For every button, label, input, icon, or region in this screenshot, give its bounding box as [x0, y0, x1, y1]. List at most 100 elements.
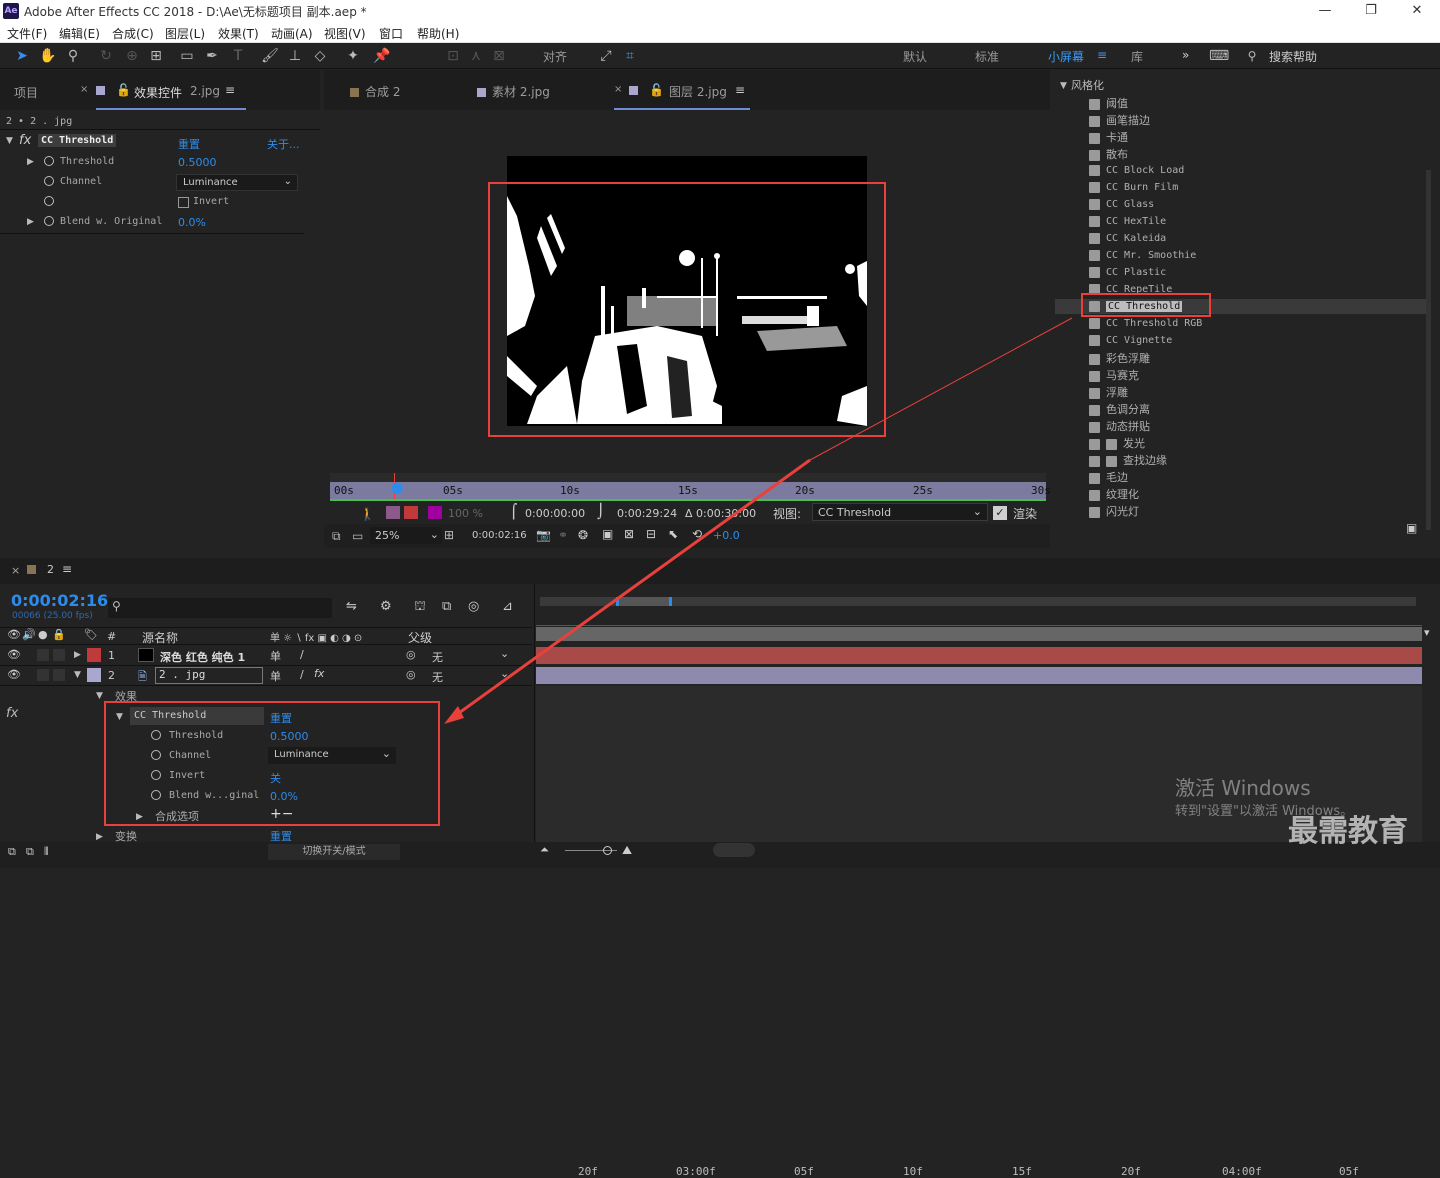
hand-tool-icon[interactable]: ✋	[38, 47, 58, 65]
effect-item[interactable]: CC Glass	[1089, 197, 1154, 213]
parent-header[interactable]: 父级	[408, 629, 432, 646]
in-point-bracket-icon[interactable]: ⌠	[510, 504, 517, 520]
effect-item[interactable]: 马赛克	[1089, 367, 1139, 383]
effect-item[interactable]: 画笔描边	[1089, 112, 1150, 128]
type-tool-icon[interactable]: T	[228, 47, 248, 65]
render-checkbox[interactable]: ✓	[993, 506, 1007, 520]
effect-item[interactable]: 毛边	[1089, 469, 1128, 485]
reset-exposure-icon[interactable]: ⟲	[692, 527, 702, 541]
effect-item[interactable]: CC Vignette	[1089, 333, 1172, 349]
out-point-bracket-icon[interactable]: ⌡	[597, 504, 604, 520]
parent-value[interactable]: 无	[432, 649, 443, 665]
menu-effect[interactable]: 效果(T)	[218, 25, 259, 42]
stopwatch-icon[interactable]	[44, 174, 54, 187]
rotate-tool-icon[interactable]: ↻	[96, 47, 116, 65]
tab-layer[interactable]: 图层 2.jpg	[669, 83, 727, 100]
scrollbar[interactable]	[1426, 170, 1431, 530]
layer-row-2[interactable]: 👁 ▼ 2 🗎 2 . jpg 单 ∕ fx ◎ 无 ⌄	[0, 666, 532, 686]
pan-behind-tool-icon[interactable]: ⊞	[146, 47, 166, 65]
transparency-grid-icon[interactable]: ⊠	[624, 527, 634, 541]
layer-name[interactable]: 深色 红色 纯色 1	[160, 649, 245, 665]
menu-file[interactable]: 文件(F)	[7, 25, 47, 42]
zoom-in-icon[interactable]: ⛰	[622, 843, 632, 858]
show-snapshot-icon[interactable]: ⚭	[558, 528, 568, 542]
axis-view-icon[interactable]: ⊠	[489, 47, 509, 65]
quality-switch[interactable]: ∕	[300, 648, 304, 661]
exposure-value[interactable]: +0.0	[713, 529, 740, 542]
effect-item[interactable]: 卡通	[1089, 129, 1128, 145]
effect-item[interactable]: 闪光灯	[1089, 503, 1139, 519]
invert-checkbox[interactable]	[178, 197, 189, 208]
menu-layer[interactable]: 图层(L)	[165, 25, 205, 42]
solo-toggle[interactable]	[37, 649, 49, 661]
effect-item[interactable]: CC Kaleida	[1089, 231, 1166, 247]
effect-item[interactable]: 色调分离	[1089, 401, 1150, 417]
view-dropdown[interactable]: CC Threshold ⌄	[812, 503, 988, 521]
snap-edges-icon[interactable]: ⤢	[596, 47, 616, 65]
search-help-input[interactable]: 搜索帮助	[1269, 48, 1317, 65]
parent-value[interactable]: 无	[432, 669, 443, 685]
collapse-triangle-icon[interactable]: ▼	[6, 136, 13, 146]
reset-link[interactable]: 重置	[178, 136, 200, 152]
tab-effect-target[interactable]: 2.jpg	[190, 84, 220, 98]
menu-animation[interactable]: 动画(A)	[271, 25, 313, 42]
sync-settings-icon[interactable]: ⌨	[1209, 47, 1229, 65]
restore-button[interactable]: ❐	[1348, 0, 1394, 22]
effect-item[interactable]: CC Mr. Smoothie	[1089, 248, 1196, 264]
layer-1-bar[interactable]	[536, 647, 1422, 664]
workspace-small-screen[interactable]: 小屏幕	[1048, 48, 1084, 65]
lock-toggle[interactable]	[53, 669, 65, 681]
timeline-ruler[interactable]	[536, 606, 1422, 626]
layer-search-input[interactable]: ⚲	[108, 598, 332, 618]
effect-item[interactable]: 阈值	[1089, 95, 1128, 111]
panel-menu-icon[interactable]: ≡	[735, 83, 745, 97]
close-tab-icon[interactable]: ×	[80, 84, 88, 95]
timeline-timecode[interactable]: 0:00:02:16	[11, 591, 108, 610]
color-swatch-icon[interactable]	[428, 506, 442, 519]
comp-button-icon[interactable]: ▾	[1424, 626, 1436, 646]
about-link[interactable]: 关于...	[267, 136, 300, 152]
close-tab-icon[interactable]: ×	[614, 84, 622, 95]
collapse-triangle-icon[interactable]: ▼	[74, 670, 81, 680]
fx-switch[interactable]: fx	[314, 667, 324, 680]
workspace-default[interactable]: 默认	[903, 48, 927, 65]
lock-toggle[interactable]	[53, 649, 65, 661]
eraser-tool-icon[interactable]: ◇	[310, 47, 330, 65]
menu-help[interactable]: 帮助(H)	[417, 25, 459, 42]
brush-tool-icon[interactable]: 🖌	[260, 47, 280, 65]
minimize-button[interactable]: —	[1302, 0, 1348, 22]
time-navigator-handle[interactable]	[713, 843, 755, 857]
tab-effect-controls[interactable]: 效果控件	[134, 84, 182, 101]
layer-row-1[interactable]: 👁 ▶ 1 深色 红色 纯色 1 单 ∕ ◎ 无 ⌄	[0, 646, 532, 666]
resolution-icon[interactable]: ⊞	[444, 528, 454, 542]
close-tab-icon[interactable]: ×	[11, 564, 20, 577]
layer-label-swatch[interactable]	[87, 648, 101, 662]
in-point-icon[interactable]	[404, 506, 418, 519]
expand-triangle-icon[interactable]: ▶	[96, 832, 103, 842]
tab-composition[interactable]: 合成 2	[350, 83, 400, 100]
toggle-switches-modes[interactable]: 切换开关/模式	[268, 844, 400, 860]
menu-window[interactable]: 窗口	[379, 25, 403, 42]
stopwatch-icon[interactable]	[44, 214, 54, 227]
threshold-value[interactable]: 0.5000	[178, 156, 217, 169]
pen-tool-icon[interactable]: ✒	[202, 47, 222, 65]
graph-editor-icon[interactable]: ⊿	[502, 599, 513, 614]
fast-preview-icon[interactable]: ⬉	[668, 527, 678, 541]
collapse-triangle-icon[interactable]: ▼	[96, 691, 103, 701]
new-folder-icon[interactable]: ▣	[1406, 521, 1417, 535]
selection-tool-icon[interactable]: ➤	[12, 47, 32, 65]
panel-menu-icon[interactable]: ≡	[62, 562, 72, 576]
layer-label-swatch[interactable]	[87, 668, 101, 682]
blend-value[interactable]: 0.0%	[178, 216, 206, 229]
zoom-slider-thumb[interactable]	[603, 846, 612, 855]
end-time[interactable]: 0:00:29:24	[617, 507, 677, 520]
effect-category[interactable]: 风格化	[1071, 77, 1104, 93]
zoom-tool-icon[interactable]: ⚲	[63, 47, 83, 65]
visibility-eye-icon[interactable]: 👁	[7, 648, 21, 661]
mask-icon[interactable]: ⊟	[646, 527, 656, 541]
visibility-eye-icon[interactable]: 👁	[7, 668, 21, 681]
draft-3d-icon[interactable]: ⚙	[380, 599, 392, 614]
zoom-out-icon[interactable]: ⏶	[540, 843, 549, 857]
effect-item[interactable]: CC HexTile	[1089, 214, 1166, 230]
workspace-library[interactable]: 库	[1131, 48, 1143, 65]
